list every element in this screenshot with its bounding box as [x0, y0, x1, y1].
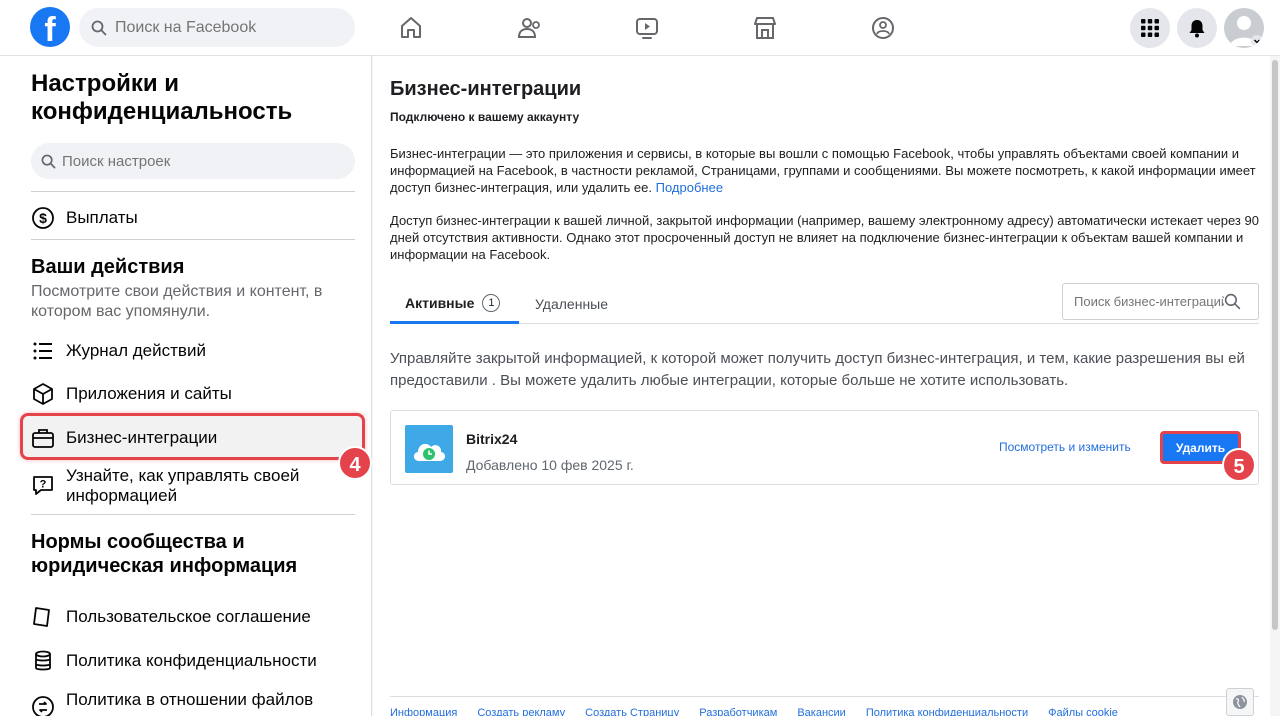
friends-icon[interactable]	[515, 14, 543, 42]
sidebar-item-payments[interactable]: $ Выплаты	[22, 204, 362, 232]
page-footer: Информация Создать рекламу Создать Стран…	[390, 696, 1259, 716]
help-icon: ?	[30, 472, 56, 498]
footer-link-create-ad[interactable]: Создать рекламу	[477, 707, 565, 716]
svg-text:?: ?	[40, 479, 47, 491]
home-icon[interactable]	[397, 14, 425, 42]
svg-text:$: $	[39, 210, 47, 226]
sidebar-item-apps-and-websites[interactable]: Приложения и сайты	[22, 380, 362, 408]
bell-icon	[1189, 20, 1205, 38]
integrations-description: Управляйте закрытой информацией, к котор…	[390, 350, 1245, 389]
integration-card: Bitrix24 Добавлено 10 фев 2025 г. Посмот…	[390, 410, 1259, 485]
integration-search-bar[interactable]	[1062, 283, 1259, 320]
facebook-search-bar[interactable]	[79, 8, 355, 47]
sidebar-item-label: Пользовательское соглашение	[66, 607, 311, 626]
footer-link-cookies[interactable]: Файлы cookie	[1048, 707, 1118, 716]
sidebar-item-label: Журнал действий	[66, 341, 206, 360]
language-globe-button[interactable]	[1226, 688, 1254, 716]
sidebar-item-label: Приложения и сайты	[66, 384, 232, 403]
document-icon	[30, 604, 56, 630]
page-title: Бизнес-интеграции	[390, 78, 582, 100]
sidebar-item-label: Выплаты	[66, 208, 138, 227]
sidebar-item-cookie-policy[interactable]: Политика в отношении файлов	[22, 690, 362, 716]
list-icon	[30, 338, 56, 364]
community-standards-heading: Нормы сообщества и юридическая информаци…	[31, 531, 298, 577]
globe-icon	[1233, 695, 1247, 709]
settings-search-bar[interactable]	[31, 143, 355, 179]
notifications-button[interactable]	[1177, 8, 1217, 48]
sidebar-title: Настройки и конфиденциальность	[31, 70, 293, 125]
watch-icon[interactable]	[633, 14, 661, 42]
menu-grid-button[interactable]	[1130, 8, 1170, 48]
view-and-edit-link[interactable]: Посмотреть и изменить	[999, 440, 1131, 454]
grid-icon	[1141, 19, 1159, 37]
integration-search-input[interactable]	[1074, 294, 1224, 309]
briefcase-icon	[30, 425, 56, 451]
scrollbar-thumb[interactable]	[1272, 60, 1278, 630]
tab-active[interactable]: Активные 1	[390, 284, 519, 324]
bitrix24-app-icon	[405, 425, 453, 473]
marketplace-icon[interactable]	[751, 14, 779, 42]
sidebar-item-privacy-policy[interactable]: Политика конфиденциальности	[22, 647, 362, 675]
footer-link-privacy[interactable]: Политика конфиденциальности	[866, 707, 1028, 716]
learn-more-link[interactable]: Подробнее	[656, 180, 723, 195]
sidebar-item-label: Бизнес-интеграции	[66, 428, 218, 447]
integration-name: Bitrix24	[466, 431, 518, 447]
your-activity-heading: Ваши действия	[31, 256, 185, 278]
search-icon	[1224, 293, 1241, 310]
intro-paragraph: Бизнес-интеграции — это приложения и сер…	[390, 145, 1262, 196]
top-navigation-bar: f	[0, 0, 1280, 56]
annotation-step-5-badge: 5	[1222, 448, 1256, 482]
business-integrations-panel: Бизнес-интеграции Подключено к вашему ак…	[373, 56, 1269, 716]
page-subtitle: Подключено к вашему аккаунту	[390, 110, 580, 124]
facebook-search-input[interactable]	[115, 18, 335, 37]
active-count-badge: 1	[482, 293, 501, 312]
settings-search-input[interactable]	[62, 152, 342, 170]
search-icon	[91, 20, 107, 35]
footer-link-create-page[interactable]: Создать Страницу	[585, 707, 679, 716]
sidebar-item-terms[interactable]: Пользовательское соглашение	[22, 603, 362, 631]
cloud-clock-icon	[413, 443, 446, 461]
your-activity-description: Посмотрите свои действия и контент, в ко…	[31, 283, 323, 320]
tab-deleted[interactable]: Удаленные	[535, 284, 608, 324]
database-icon	[30, 648, 56, 674]
dollar-icon: $	[30, 205, 56, 231]
sidebar-divider	[31, 239, 355, 240]
sidebar-divider	[31, 191, 355, 192]
sidebar-item-manage-info[interactable]: ? Узнайте, как управлять своей информаци…	[22, 466, 362, 508]
search-icon	[41, 154, 56, 168]
cube-icon	[30, 381, 56, 407]
sidebar-item-label: Узнайте, как управлять своей информацией	[66, 466, 300, 505]
facebook-logo[interactable]: f	[30, 7, 70, 47]
footer-link-developers[interactable]: Разработчикам	[699, 707, 777, 716]
profile-avatar[interactable]	[1224, 8, 1264, 48]
cookie-icon	[30, 694, 56, 716]
tab-label: Активные	[405, 294, 475, 311]
avatar-icon	[1230, 16, 1263, 47]
groups-icon[interactable]	[869, 14, 897, 42]
page-scrollbar[interactable]	[1270, 56, 1280, 716]
intro-text: Бизнес-интеграции — это приложения и сер…	[390, 146, 1256, 195]
sidebar-item-activity-log[interactable]: Журнал действий	[22, 337, 362, 365]
footer-link-careers[interactable]: Вакансии	[797, 707, 846, 716]
footer-link-about[interactable]: Информация	[390, 707, 457, 716]
sidebar-item-label: Политика в отношении файлов	[66, 690, 314, 709]
integration-added-date: Добавлено 10 фев 2025 г.	[466, 457, 634, 473]
access-expiry-paragraph: Доступ бизнес-интеграции к вашей личной,…	[390, 213, 1259, 262]
sidebar-item-business-integrations[interactable]: Бизнес-интеграции	[22, 424, 362, 452]
settings-sidebar: Настройки и конфиденциальность $ Выплаты…	[0, 56, 372, 716]
sidebar-item-label: Политика конфиденциальности	[66, 651, 317, 670]
sidebar-divider	[31, 514, 355, 515]
